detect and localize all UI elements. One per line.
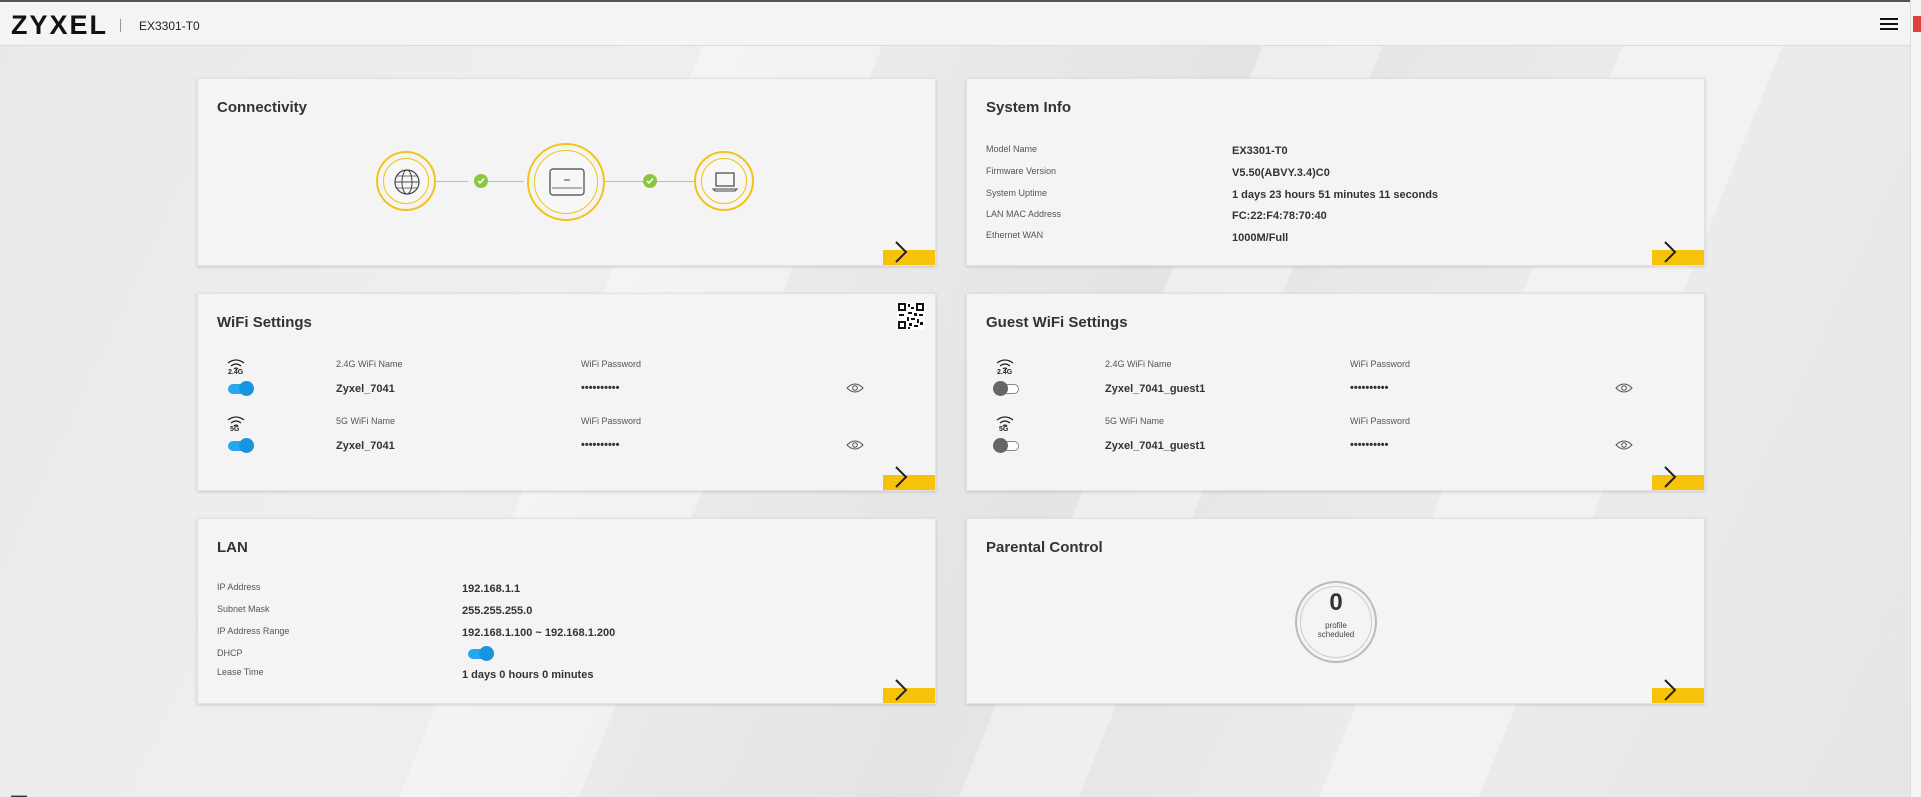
- ip-address-label: IP Address: [217, 582, 261, 592]
- band-5g-label: 5G: [999, 426, 1009, 433]
- wifi-settings-more-button[interactable]: [883, 466, 935, 490]
- guest-24g-name: Zyxel_7041_guest1: [1105, 383, 1206, 395]
- wifi-5g-name: Zyxel_7041: [336, 440, 395, 452]
- ethernet-wan-label: Ethernet WAN: [986, 230, 1044, 240]
- model-name-value: EX3301-T0: [1232, 145, 1288, 157]
- ethernet-wan-value: 1000M/Full: [1232, 232, 1289, 244]
- guest-wifi-title: Guest WiFi Settings: [986, 314, 1128, 331]
- wifi-24g-password: ••••••••••: [581, 382, 620, 394]
- router-node: [527, 143, 605, 221]
- internet-node: [376, 151, 436, 211]
- link-line: [657, 181, 694, 182]
- chevron-right-icon: [1664, 241, 1677, 263]
- lease-time-label: Lease Time: [217, 667, 264, 677]
- system-info-more-button[interactable]: [1652, 241, 1704, 265]
- dhcp-label: DHCP: [217, 648, 243, 658]
- guest-5g-name: Zyxel_7041_guest1: [1105, 440, 1206, 452]
- system-info-title: System Info: [986, 99, 1072, 116]
- corner-mark: ▬▬: [11, 791, 27, 797]
- chevron-right-icon: [895, 679, 908, 701]
- parental-control-card: Parental Control 0 profile scheduled: [966, 518, 1705, 704]
- guest-5g-password-label: WiFi Password: [1350, 416, 1411, 426]
- chevron-right-icon: [1664, 466, 1677, 488]
- scheduled-label: scheduled: [1317, 630, 1355, 639]
- subnet-mask-value: 255.255.255.0: [462, 605, 533, 617]
- lan-more-button[interactable]: [883, 679, 935, 703]
- wifi-24g-password-label: WiFi Password: [581, 359, 642, 369]
- ip-range-label: IP Address Range: [217, 626, 290, 636]
- guest-5g-name-label: 5G WiFi Name: [1105, 416, 1165, 426]
- wifi-5g-password-label: WiFi Password: [581, 416, 642, 426]
- guest-wifi-more-button[interactable]: [1652, 466, 1704, 490]
- wifi-settings-title: WiFi Settings: [217, 314, 312, 331]
- top-bar: ZYXEL EX3301-T0: [0, 0, 1910, 46]
- band-24g-label: 2.4G: [228, 369, 244, 376]
- wifi-24g-name: Zyxel_7041: [336, 383, 395, 395]
- link-line: [488, 181, 524, 182]
- edge-marker: [1913, 16, 1921, 32]
- hamburger-menu-icon[interactable]: [1880, 18, 1898, 32]
- subnet-mask-label: Subnet Mask: [217, 604, 270, 614]
- wan-status-check-icon: [474, 174, 488, 188]
- dhcp-toggle[interactable]: [468, 646, 494, 661]
- wifi-24g-name-label: 2.4G WiFi Name: [336, 359, 403, 369]
- wifi-settings-card: WiFi Settings 2.4G 2.4G WiFi Name Zyxel_…: [197, 293, 936, 491]
- router-icon: [549, 168, 585, 196]
- profile-count: 0: [1329, 589, 1343, 616]
- system-info-card: System Info Model Name EX3301-T0 Firmwar…: [966, 78, 1705, 266]
- side-scrollbar[interactable]: [1910, 0, 1921, 797]
- lan-status-check-icon: [643, 174, 657, 188]
- zyxel-logo[interactable]: ZYXEL: [11, 10, 108, 41]
- chevron-right-icon: [895, 241, 908, 263]
- chevron-right-icon: [1664, 679, 1677, 701]
- connectivity-card: Connectivity: [197, 78, 936, 266]
- qr-code-icon[interactable]: [897, 302, 925, 330]
- link-line: [436, 181, 468, 182]
- wifi-5g-password: ••••••••••: [581, 439, 620, 451]
- profile-count-ring: 0 profile scheduled: [1295, 581, 1377, 663]
- laptop-icon: [711, 172, 739, 192]
- show-password-eye-icon[interactable]: [1615, 382, 1633, 394]
- ip-address-value: 192.168.1.1: [462, 583, 521, 595]
- uptime-value: 1 days 23 hours 51 minutes 11 seconds: [1232, 189, 1439, 201]
- show-password-eye-icon[interactable]: [846, 382, 864, 394]
- guest-24g-password: ••••••••••: [1350, 382, 1389, 394]
- parental-control-more-button[interactable]: [1652, 679, 1704, 703]
- wifi-24g-toggle[interactable]: [228, 381, 254, 396]
- chevron-right-icon: [895, 466, 908, 488]
- uptime-label: System Uptime: [986, 188, 1048, 198]
- mac-label: LAN MAC Address: [986, 209, 1062, 219]
- client-node: [694, 151, 754, 211]
- mac-value: FC:22:F4:78:70:40: [1232, 210, 1327, 222]
- firmware-label: Firmware Version: [986, 166, 1057, 176]
- guest-24g-password-label: WiFi Password: [1350, 359, 1411, 369]
- show-password-eye-icon[interactable]: [846, 439, 864, 451]
- guest-5g-toggle[interactable]: [993, 438, 1019, 453]
- lease-time-value: 1 days 0 hours 0 minutes: [462, 669, 594, 681]
- model-name-label: Model Name: [986, 144, 1038, 154]
- band-5g-label: 5G: [230, 426, 240, 433]
- ip-range-value: 192.168.1.100 ~ 192.168.1.200: [462, 627, 616, 639]
- profile-label: profile: [1325, 621, 1347, 630]
- logo-divider: [120, 19, 121, 32]
- show-password-eye-icon[interactable]: [1615, 439, 1633, 451]
- globe-icon: [394, 169, 420, 195]
- parental-control-title: Parental Control: [986, 539, 1103, 556]
- guest-5g-password: ••••••••••: [1350, 439, 1389, 451]
- guest-wifi-card: Guest WiFi Settings 2.4G 2.4G WiFi Name …: [966, 293, 1705, 491]
- lan-card: LAN IP Address 192.168.1.1 Subnet Mask 2…: [197, 518, 936, 704]
- link-line: [605, 181, 643, 182]
- connectivity-title: Connectivity: [217, 99, 308, 116]
- wifi-5g-toggle[interactable]: [228, 438, 254, 453]
- connectivity-more-button[interactable]: [883, 241, 935, 265]
- guest-24g-name-label: 2.4G WiFi Name: [1105, 359, 1172, 369]
- guest-24g-toggle[interactable]: [993, 381, 1019, 396]
- band-24g-label: 2.4G: [997, 369, 1013, 376]
- device-model-label: EX3301-T0: [139, 19, 200, 33]
- wifi-5g-name-label: 5G WiFi Name: [336, 416, 396, 426]
- firmware-value: V5.50(ABVY.3.4)C0: [1232, 167, 1330, 179]
- lan-title: LAN: [217, 539, 248, 556]
